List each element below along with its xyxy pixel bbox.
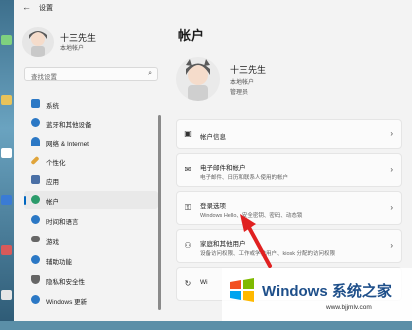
network-icon bbox=[31, 137, 40, 146]
sidebar-item-label: 系统 bbox=[46, 103, 59, 110]
page-title: 帐户 bbox=[178, 28, 205, 43]
sidebar-item-apps[interactable]: 应用 bbox=[24, 171, 158, 189]
accounts-icon bbox=[31, 195, 40, 204]
key-icon: ⚿ bbox=[184, 203, 192, 212]
sidebar-item-time-language[interactable]: 时间和语言 bbox=[24, 211, 158, 229]
sidebar-item-label: 个性化 bbox=[46, 160, 66, 167]
sidebar-item-label: 隐私和安全性 bbox=[46, 279, 85, 286]
windows-logo-icon bbox=[230, 278, 254, 302]
chevron-right-icon: › bbox=[390, 241, 393, 250]
chevron-right-icon: › bbox=[390, 129, 393, 138]
desktop-app-icon[interactable] bbox=[1, 290, 12, 300]
profile-role: 管理员 bbox=[230, 90, 249, 96]
bluetooth-icon bbox=[31, 118, 40, 127]
card-account-info[interactable]: ▣ 帐户信息 › bbox=[176, 119, 402, 149]
search-icon[interactable]: ⌕ bbox=[148, 70, 152, 78]
apps-icon bbox=[31, 175, 40, 184]
sidebar-item-windows-update[interactable]: Windows 更新 bbox=[24, 291, 158, 309]
desktop-app-icon[interactable] bbox=[1, 35, 12, 45]
card-title: 登录选项 bbox=[200, 203, 226, 210]
account-info-icon: ▣ bbox=[184, 129, 192, 138]
sidebar-item-accounts[interactable]: 帐户 bbox=[24, 191, 158, 209]
card-title: 电子邮件和帐户 bbox=[200, 165, 246, 172]
annotation-arrow bbox=[240, 214, 272, 268]
desktop-app-icon[interactable] bbox=[1, 245, 12, 255]
sidebar-item-system[interactable]: 系统 bbox=[24, 95, 158, 113]
scrollbar-thumb[interactable] bbox=[158, 115, 161, 310]
sidebar-item-privacy[interactable]: 隐私和安全性 bbox=[24, 271, 158, 289]
sidebar-item-label: Windows 更新 bbox=[46, 299, 88, 306]
card-title: Wi bbox=[200, 279, 208, 286]
email-icon: ✉ bbox=[184, 165, 192, 174]
desktop-app-icon[interactable] bbox=[1, 148, 12, 158]
sidebar-item-accessibility[interactable]: 辅助功能 bbox=[24, 251, 158, 269]
windows-update-icon bbox=[31, 295, 40, 304]
profile-account-type: 本地帐户 bbox=[230, 80, 255, 86]
family-icon: ⚇ bbox=[184, 241, 192, 250]
sidebar-item-label: 蓝牙和其他设备 bbox=[46, 122, 92, 129]
search-placeholder: 查找设置 bbox=[31, 74, 57, 81]
profile-account-type: 本地帐户 bbox=[60, 46, 85, 52]
sidebar-item-label: 帐户 bbox=[46, 199, 59, 206]
card-title: 帐户信息 bbox=[200, 134, 226, 141]
chevron-right-icon: › bbox=[390, 165, 393, 174]
avatar-large[interactable] bbox=[176, 57, 220, 101]
active-indicator bbox=[24, 196, 26, 205]
watermark-url: www.bjjmlv.com bbox=[326, 304, 372, 311]
back-arrow-icon[interactable]: ← bbox=[22, 2, 31, 12]
search-input[interactable]: 查找设置 ⌕ bbox=[24, 67, 158, 81]
desktop-background bbox=[0, 0, 14, 321]
title-bar: ← 设置 bbox=[14, 0, 412, 15]
time-language-icon bbox=[31, 215, 40, 224]
sidebar-item-network[interactable]: 网络 & Internet bbox=[24, 133, 158, 151]
avatar[interactable] bbox=[22, 27, 54, 57]
desktop-app-icon[interactable] bbox=[1, 195, 12, 205]
sidebar-item-bluetooth[interactable]: 蓝牙和其他设备 bbox=[24, 114, 158, 132]
watermark: Windows 系统之家 www.bjjmlv.com bbox=[222, 268, 412, 321]
sidebar-item-gaming[interactable]: 游戏 bbox=[24, 231, 158, 249]
sidebar: 十三先生 本地帐户 查找设置 ⌕ 系统 蓝牙和其他设备 网络 & Interne… bbox=[14, 15, 164, 321]
windows-backup-icon: ↻ bbox=[184, 279, 192, 288]
sidebar-scrollbar[interactable] bbox=[158, 115, 161, 330]
sidebar-item-personalization[interactable]: 个性化 bbox=[24, 152, 158, 170]
sidebar-item-label: 应用 bbox=[46, 179, 59, 186]
window-title: 设置 bbox=[39, 5, 53, 12]
card-email-accounts[interactable]: ✉ 电子邮件和帐户 电子邮件、日历和联系人使用的帐户 › bbox=[176, 153, 402, 187]
sidebar-item-label: 辅助功能 bbox=[46, 259, 72, 266]
watermark-title: Windows 系统之家 bbox=[262, 283, 392, 300]
accessibility-icon bbox=[31, 255, 40, 264]
card-subtitle: 电子邮件、日历和联系人使用的帐户 bbox=[200, 175, 289, 181]
sidebar-item-label: 游戏 bbox=[46, 239, 59, 246]
profile-name: 十三先生 bbox=[230, 65, 267, 75]
system-icon bbox=[31, 99, 40, 108]
sidebar-item-label: 时间和语言 bbox=[46, 219, 79, 226]
desktop-app-icon[interactable] bbox=[1, 95, 12, 105]
privacy-shield-icon bbox=[31, 275, 40, 284]
chevron-right-icon: › bbox=[390, 203, 393, 212]
gaming-icon bbox=[31, 236, 40, 242]
personalization-icon bbox=[30, 155, 40, 166]
sidebar-item-label: 网络 & Internet bbox=[46, 141, 89, 148]
